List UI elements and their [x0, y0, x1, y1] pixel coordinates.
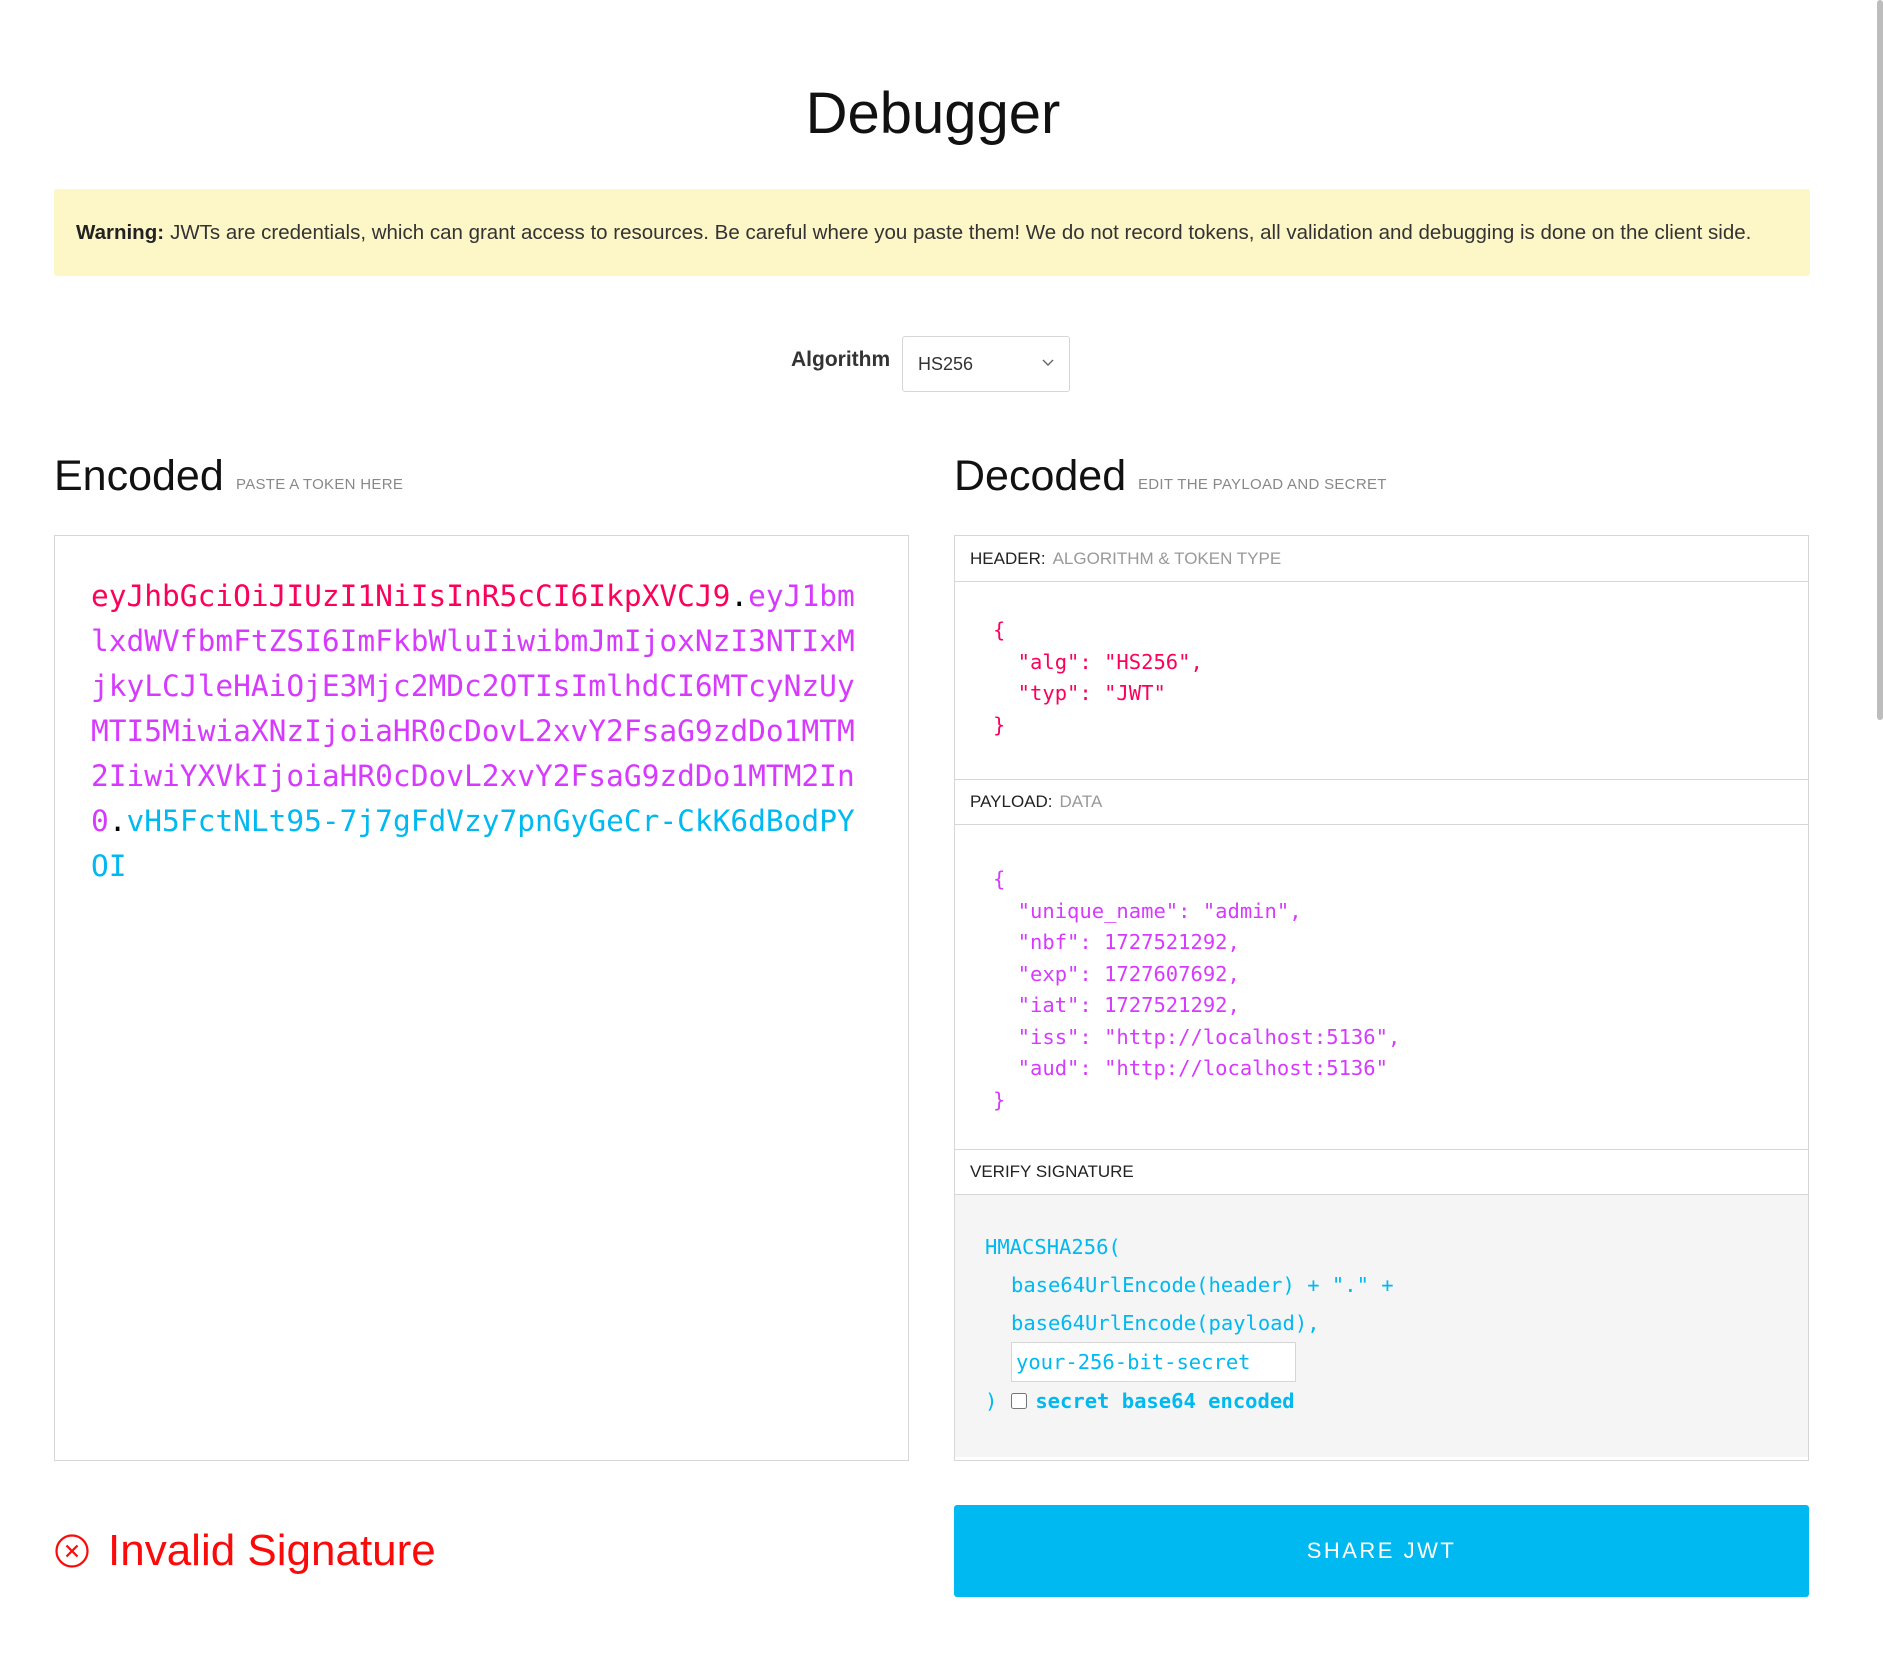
token-dot: .	[108, 804, 127, 838]
secret-base64-checkbox[interactable]	[1011, 1393, 1028, 1409]
signature-status: Invalid Signature	[54, 1526, 436, 1576]
hmac-close-paren: )	[985, 1389, 998, 1413]
header-label: HEADER:	[970, 548, 1046, 568]
token-payload-part: eyJ1bmlxdWVfbmFtZSI6ImFkbWluIiwibmJmIjox…	[91, 579, 855, 838]
verify-signature-area: HMACSHA256( base64UrlEncode(header) + ".…	[955, 1195, 1808, 1457]
algorithm-selected-value: HS256	[918, 353, 974, 374]
hmac-payload-line: base64UrlEncode(payload),	[1011, 1311, 1320, 1335]
encoded-title: Encoded	[54, 452, 224, 500]
header-json-editor[interactable]: { "alg": "HS256", "typ": "JWT" }	[955, 582, 1808, 779]
secret-base64-label[interactable]: secret base64 encoded	[1035, 1382, 1294, 1420]
algorithm-select[interactable]: HS256	[902, 336, 1070, 392]
decoded-title: Decoded	[954, 452, 1127, 500]
encoded-hint: PASTE A TOKEN HERE	[236, 476, 404, 493]
decoded-hint: EDIT THE PAYLOAD AND SECRET	[1138, 476, 1387, 493]
encoded-token-editor[interactable]: eyJhbGciOiJIUzI1NiIsInR5cCI6IkpXVCJ9.eyJ…	[54, 535, 909, 1461]
verify-label: VERIFY SIGNATURE	[970, 1162, 1134, 1181]
warning-text: JWTs are credentials, which can grant ac…	[170, 220, 1752, 244]
page-scrollbar[interactable]	[1877, 0, 1883, 720]
base64-row: ) secret base64 encoded	[985, 1382, 1808, 1420]
decoded-panel: HEADER: ALGORITHM & TOKEN TYPE { "alg": …	[954, 535, 1809, 1461]
header-panel-head: HEADER: ALGORITHM & TOKEN TYPE	[955, 536, 1808, 582]
hmac-header-line: base64UrlEncode(header) + "." +	[1011, 1273, 1394, 1297]
secret-input[interactable]	[1011, 1342, 1296, 1382]
verify-panel-head: VERIFY SIGNATURE	[955, 1149, 1808, 1195]
chevron-down-icon	[1042, 359, 1054, 366]
error-circle-x-icon	[55, 1534, 89, 1568]
header-sublabel: ALGORITHM & TOKEN TYPE	[1052, 548, 1282, 568]
warning-label: Warning:	[76, 220, 165, 244]
hmac-function-open: HMACSHA256(	[985, 1235, 1121, 1259]
payload-label: PAYLOAD:	[970, 792, 1053, 811]
warning-banner: Warning: JWTs are credentials, which can…	[54, 189, 1810, 276]
payload-sublabel: DATA	[1059, 792, 1103, 811]
token-signature-part: vH5FctNLt95-7j7gFdVzy7pnGyGeCr-CkK6dBodP…	[91, 804, 855, 883]
signature-status-text: Invalid Signature	[108, 1526, 436, 1575]
payload-json-editor[interactable]: { "unique_name": "admin", "nbf": 1727521…	[955, 825, 1808, 1149]
payload-panel-head: PAYLOAD: DATA	[955, 779, 1808, 825]
share-jwt-button[interactable]: SHARE JWT	[954, 1505, 1809, 1597]
token-dot: .	[730, 579, 749, 613]
page-title: Debugger	[805, 81, 1061, 146]
token-header-part: eyJhbGciOiJIUzI1NiIsInR5cCI6IkpXVCJ9	[91, 579, 731, 613]
algorithm-label: Algorithm	[791, 348, 891, 371]
